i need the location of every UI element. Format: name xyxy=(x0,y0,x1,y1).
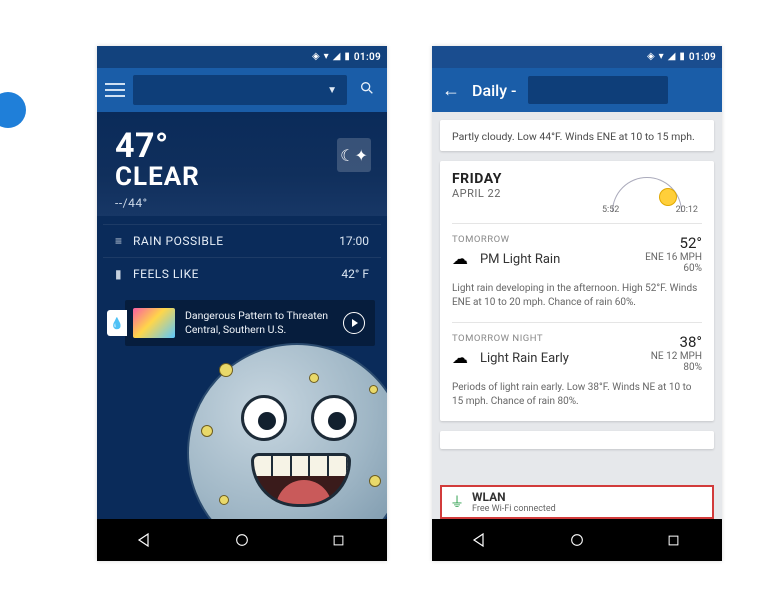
temperature: 47° xyxy=(115,126,369,166)
search-icon[interactable] xyxy=(355,76,379,104)
sunset-time: 20:12 xyxy=(676,205,698,215)
nav-back-icon[interactable] xyxy=(135,530,155,550)
detail-row[interactable]: ≡ RAIN POSSIBLE 17:00 xyxy=(103,224,381,257)
sun-arc: 5:52 20:12 xyxy=(592,171,702,211)
next-card-peek xyxy=(440,431,714,449)
news-headline: Dangerous Pattern to Threaten Central, S… xyxy=(185,309,333,336)
sun-icon xyxy=(660,189,676,205)
wlan-sub: Free Wi-Fi connected xyxy=(472,504,556,514)
phone-right: ◈ ▾ ◢ ▮ 01:09 ← Daily - Partly cloudy. L… xyxy=(432,46,722,561)
news-thumbnail xyxy=(133,308,175,338)
thermometer-icon: ▮ xyxy=(115,267,133,281)
status-time: 01:09 xyxy=(689,52,716,63)
wlan-notification[interactable]: ⏚ WLAN Free Wi-Fi connected xyxy=(440,485,714,519)
menu-icon[interactable] xyxy=(105,83,125,97)
row-value: 17:00 xyxy=(339,234,369,248)
hi-lo: --/44° xyxy=(115,196,369,210)
current-conditions: 47° CLEAR --/44° ☾✦ xyxy=(97,112,387,216)
rain-icon: ≡ xyxy=(115,234,133,248)
phone-left: ◈ ▾ ◢ ▮ 01:09 ▼ 47° CLEAR --/44° ☾✦ ≡ RA… xyxy=(97,46,387,561)
forecast-hi: 38° xyxy=(651,333,702,351)
forecast-label: TOMORROW xyxy=(452,234,635,245)
nav-recent-icon[interactable] xyxy=(329,530,349,550)
rain-cloud-icon: ☁︎ xyxy=(452,249,472,268)
status-bar: ◈ ▾ ◢ ▮ 01:09 xyxy=(97,46,387,68)
rain-cloud-icon: ☁︎ xyxy=(452,348,472,367)
nav-home-icon[interactable] xyxy=(567,530,587,550)
signal-icon: ◢ xyxy=(668,52,676,62)
moon-illustration xyxy=(97,333,387,523)
page-title: Daily - xyxy=(472,81,516,100)
forecast-desc: Light rain developing in the afternoon. … xyxy=(452,282,702,310)
forecast-scroll[interactable]: Partly cloudy. Low 44°F. Winds ENE at 10… xyxy=(432,112,722,519)
forecast-item[interactable]: TOMORROW NIGHT ☁︎ Light Rain Early 38° N… xyxy=(440,323,714,421)
detail-rows: ≡ RAIN POSSIBLE 17:00 ▮ FEELS LIKE 42° F xyxy=(103,224,381,290)
location-dropdown[interactable]: ▼ xyxy=(133,75,347,105)
forecast-item[interactable]: TOMORROW ☁︎ PM Light Rain 52° ENE 16 MPH… xyxy=(440,224,714,322)
row-value: 42° F xyxy=(341,267,369,281)
forecast-desc: Periods of light rain early. Low 38°F. W… xyxy=(452,381,702,409)
day-card: FRIDAY APRIL 22 5:52 20:12 TOMORROW xyxy=(440,161,714,421)
forecast-name: PM Light Rain xyxy=(480,252,560,267)
row-label: RAIN POSSIBLE xyxy=(133,234,339,248)
page-accent-dot xyxy=(0,92,26,128)
day-date: APRIL 22 xyxy=(452,187,502,200)
nav-home-icon[interactable] xyxy=(232,530,252,550)
drop-icon[interactable]: 💧 xyxy=(107,310,127,336)
status-time: 01:09 xyxy=(354,52,381,63)
row-label: FEELS LIKE xyxy=(133,267,341,281)
wlan-title: WLAN xyxy=(472,490,556,504)
day-name: FRIDAY xyxy=(452,171,502,187)
android-navbar xyxy=(97,519,387,561)
forecast-chance: 80% xyxy=(651,362,702,373)
android-navbar xyxy=(432,519,722,561)
status-icon: ◈ xyxy=(312,52,320,62)
detail-row[interactable]: ▮ FEELS LIKE 42° F xyxy=(103,257,381,290)
nav-back-icon[interactable] xyxy=(470,530,490,550)
battery-icon: ▮ xyxy=(344,52,350,62)
status-icon: ◈ xyxy=(647,52,655,62)
night-icon[interactable]: ☾✦ xyxy=(337,138,371,172)
condition-text: CLEAR xyxy=(115,162,369,192)
summary-card: Partly cloudy. Low 44°F. Winds ENE at 10… xyxy=(440,120,714,151)
nav-recent-icon[interactable] xyxy=(664,530,684,550)
forecast-name: Light Rain Early xyxy=(480,351,569,366)
signal-icon: ◢ xyxy=(333,52,341,62)
play-icon[interactable] xyxy=(343,312,365,334)
app-bar: ← Daily - xyxy=(432,68,722,112)
status-bar: ◈ ▾ ◢ ▮ 01:09 xyxy=(432,46,722,68)
summary-text: Partly cloudy. Low 44°F. Winds ENE at 10… xyxy=(440,120,714,151)
forecast-wind: NE 12 MPH xyxy=(651,351,702,362)
chevron-down-icon: ▼ xyxy=(327,85,337,96)
wifi-icon: ▾ xyxy=(324,52,329,62)
forecast-wind: ENE 16 MPH xyxy=(645,252,702,263)
location-chip[interactable] xyxy=(528,76,668,104)
news-card[interactable]: 💧 Dangerous Pattern to Threaten Central,… xyxy=(125,300,375,346)
forecast-chance: 60% xyxy=(645,263,702,274)
battery-icon: ▮ xyxy=(679,52,685,62)
forecast-label: TOMORROW NIGHT xyxy=(452,333,641,344)
wifi-icon: ⏚ xyxy=(450,492,464,512)
back-icon[interactable]: ← xyxy=(442,80,460,101)
app-bar: ▼ xyxy=(97,68,387,112)
sunrise-time: 5:52 xyxy=(602,205,619,215)
forecast-hi: 52° xyxy=(645,234,702,252)
wifi-icon: ▾ xyxy=(659,52,664,62)
